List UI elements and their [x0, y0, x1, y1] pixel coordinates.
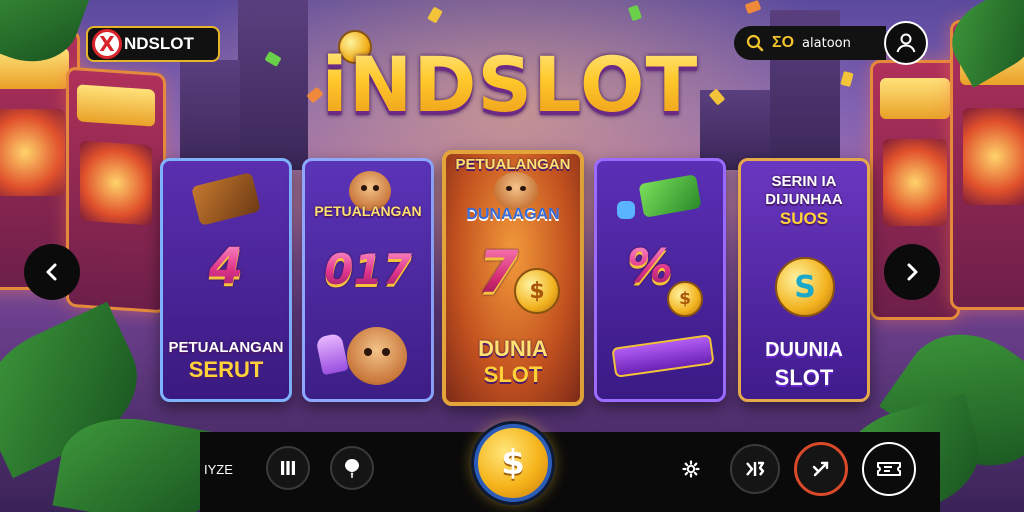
game-card[interactable]: SERIN IA DIJUNHAA SUOS S DUUNIA SLOT	[738, 158, 870, 402]
dog-mascot-icon	[347, 327, 407, 385]
game-logo: iNDSLOT	[300, 30, 720, 140]
auto-spin-icon	[812, 461, 829, 477]
coin-icon: $	[667, 281, 703, 317]
card-subtitle: SERUT	[188, 357, 264, 382]
logo-text: iNDSLOT	[300, 30, 720, 140]
card-title: PETUALANGAN	[168, 339, 284, 356]
chevron-left-icon	[46, 263, 57, 281]
account-bar[interactable]: ΣO alatoon	[734, 26, 886, 60]
confetti	[627, 4, 643, 22]
card-title: SERIN IA	[771, 173, 837, 190]
card-title: PETUALANGAN	[455, 156, 571, 173]
green-gem-icon	[638, 174, 702, 218]
game-card-featured[interactable]: PETUALANGAN DUNAAGAN 7 $ DUNIA SLOT	[442, 150, 584, 406]
username: alatoon	[802, 35, 851, 51]
close-x-icon: X	[92, 29, 122, 59]
dog-mascot-icon	[494, 172, 538, 210]
arcade-machine	[66, 66, 166, 314]
card-subtitle: DUNAAGAN	[466, 206, 560, 223]
balloon-icon	[345, 459, 359, 478]
game-card[interactable]: % $	[594, 158, 726, 402]
auto-spin-button[interactable]	[794, 442, 848, 496]
coin-icon: $	[514, 268, 560, 314]
game-card[interactable]: PETUALANGAN 017	[302, 158, 434, 402]
card-number: 017	[305, 245, 431, 294]
card-title: DUNIA	[478, 336, 548, 361]
brand-name: NDSLOT	[124, 34, 194, 53]
card-title: DIJUNHAA	[765, 191, 843, 208]
confetti	[744, 0, 762, 15]
castle-tower	[238, 0, 308, 170]
user-icon	[896, 33, 916, 53]
card-title: PETUALANGAN	[314, 203, 422, 219]
bet-label: IYZE	[204, 462, 233, 477]
popsicle-icon	[315, 332, 349, 376]
card-number: 4	[163, 237, 289, 295]
brand-badge[interactable]: X NDSLOT	[86, 26, 220, 62]
blue-cube-icon	[617, 201, 635, 219]
pause-button[interactable]	[266, 446, 310, 490]
coin-icon: S	[775, 257, 835, 317]
chocolate-bar-icon	[191, 172, 261, 226]
stats-icon	[746, 461, 765, 476]
confetti	[427, 6, 443, 24]
balloon-button[interactable]	[330, 446, 374, 490]
card-subtitle: SUOS	[779, 209, 829, 228]
balance-value: ΣO	[772, 34, 795, 51]
confetti	[840, 70, 854, 88]
dollar-icon: $	[501, 443, 525, 483]
castle-tower	[180, 60, 240, 170]
carousel-prev-button[interactable]	[24, 244, 80, 300]
banner-ribbon	[611, 334, 715, 378]
user-profile-button[interactable]	[884, 21, 928, 65]
chevron-right-icon	[907, 263, 918, 281]
card-subtitle: SLOT	[483, 362, 543, 387]
ticket-icon	[877, 462, 901, 476]
game-card[interactable]: 4 PETUALANGAN SERUT	[160, 158, 292, 402]
card-subtitle: SLOT	[774, 365, 834, 390]
pause-icon	[281, 461, 295, 475]
search-icon[interactable]	[746, 34, 764, 52]
card-title: DUUNIA	[765, 339, 843, 361]
spin-button[interactable]: $	[474, 424, 552, 502]
gear-icon[interactable]	[682, 460, 700, 478]
carousel-next-button[interactable]	[884, 244, 940, 300]
stats-button[interactable]	[730, 444, 780, 494]
card-number: %	[597, 239, 723, 293]
ticket-button[interactable]	[862, 442, 916, 496]
